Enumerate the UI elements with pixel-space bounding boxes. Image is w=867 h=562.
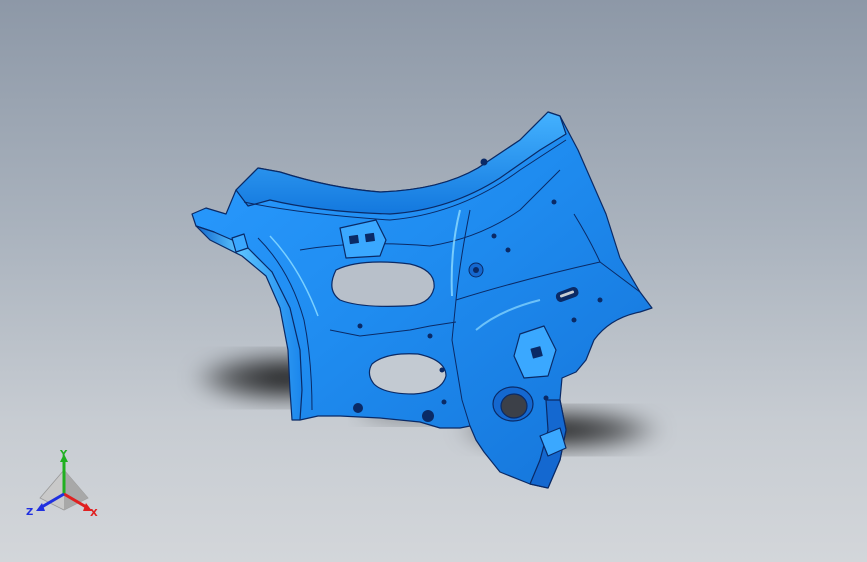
3d-graphics-viewport[interactable]	[0, 0, 867, 562]
y-axis-label: Y	[59, 449, 68, 460]
x-axis-label: X	[90, 508, 98, 519]
z-axis-label: Z	[26, 507, 33, 518]
lower-oval-cutout	[368, 353, 447, 395]
upper-oval-cutout	[331, 261, 435, 307]
reference-triad: Y X Z	[26, 449, 98, 519]
